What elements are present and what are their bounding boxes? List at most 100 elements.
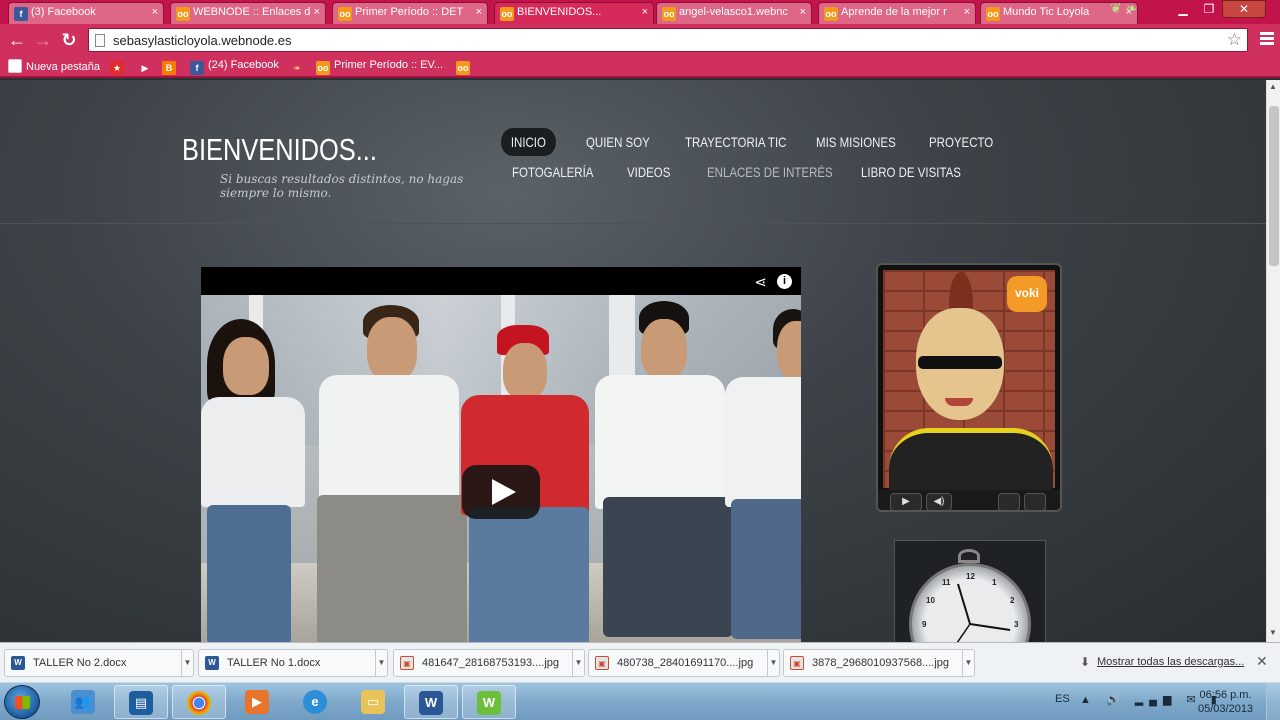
download-item[interactable]: ▣ 480738_28401691170....jpg ▼ (588, 649, 780, 677)
tab-webnode-enlaces[interactable]: oo WEBNODE :: Enlaces d × (170, 2, 326, 24)
taskbar-media-app[interactable]: ▤ (114, 685, 168, 719)
chevron-down-icon[interactable]: ▼ (767, 650, 779, 676)
bookmark-star-icon[interactable]: ☆ (1227, 30, 1242, 50)
scroll-thumb[interactable] (1269, 106, 1279, 266)
chevron-down-icon[interactable]: ▼ (572, 650, 584, 676)
page-icon (95, 34, 105, 47)
download-item[interactable]: W TALLER No 2.docx ▼ (4, 649, 194, 677)
image-file-icon: ▣ (400, 656, 414, 670)
menu-mis-misiones[interactable]: MIS MISIONES (816, 134, 896, 150)
close-icon[interactable]: × (152, 6, 158, 18)
download-filename: 480738_28401691170....jpg (617, 657, 754, 669)
stopwatch-crown-icon (958, 549, 980, 563)
close-icon[interactable]: × (800, 6, 806, 18)
menu-trayectoria-tic[interactable]: TRAYECTORIA TIC (685, 134, 786, 150)
reload-icon[interactable]: ↻ (58, 29, 80, 51)
clock-face: 12 1 2 3 9 10 11 (909, 563, 1031, 642)
taskbar-chrome[interactable] (172, 685, 226, 719)
bookmark-star[interactable]: ★ (110, 59, 128, 75)
address-url[interactable]: sebasylasticloyola.webnode.es (113, 33, 292, 48)
taskbar-explorer[interactable]: ▭ (346, 685, 400, 719)
close-icon[interactable]: × (476, 6, 482, 18)
scroll-up-icon[interactable]: ▲ (1269, 82, 1277, 91)
voki-button[interactable] (998, 493, 1020, 510)
tab-primer-periodo[interactable]: oo Primer Período :: DET × (332, 2, 488, 24)
maximize-icon[interactable]: ❐ (1196, 1, 1222, 19)
owl-icon: oo (176, 7, 190, 21)
clock-time: 06:56 p.m. (1199, 689, 1252, 701)
chrome-menu-icon[interactable] (1260, 32, 1274, 46)
media-center-icon: ▤ (129, 691, 153, 715)
clock-hands (956, 583, 1011, 642)
tab-bienvenidos[interactable]: oo BIENVENIDOS... × (494, 2, 654, 24)
bookmark-bird[interactable]: ❧ (290, 59, 308, 75)
voki-button[interactable] (1024, 493, 1046, 510)
bookmark-owl[interactable]: oo (456, 59, 474, 75)
menu-proyecto[interactable]: PROYECTO (929, 134, 993, 150)
menu-inicio[interactable]: INICIO (501, 128, 556, 156)
owl-icon: oo (456, 61, 470, 75)
bookmark-youtube[interactable]: ▶ (138, 59, 156, 75)
tab-aprende[interactable]: oo Aprende de la mejor r × (818, 2, 976, 24)
address-bar[interactable]: sebasylasticloyola.webnode.es ☆ (88, 28, 1248, 52)
internet-explorer-icon: e (303, 690, 327, 714)
windows-taskbar: 👥 ▤ ▶ e ▭ W W ES ▲ 🔊 ▂▄▆ ✉ ▮ 06:56 p.m. … (0, 682, 1280, 720)
close-icon[interactable]: × (642, 6, 648, 18)
bookmark-facebook[interactable]: f (24) Facebook (190, 59, 279, 75)
minimize-icon[interactable]: ▁ (1170, 1, 1196, 19)
download-filename: TALLER No 1.docx (227, 657, 321, 669)
window-controls: ▁ ❐ ✕ (1170, 0, 1280, 20)
video-player[interactable]: ⋖ i (201, 267, 801, 642)
close-icon[interactable]: × (964, 6, 970, 18)
download-item[interactable]: W TALLER No 1.docx ▼ (198, 649, 388, 677)
download-item[interactable]: ▣ 481647_28168753193....jpg ▼ (393, 649, 585, 677)
tab-angel-velasco[interactable]: oo angel-velasco1.webnc × (656, 2, 812, 24)
info-icon[interactable]: i (777, 274, 792, 289)
voki-logo: voki (1007, 276, 1047, 312)
voki-widget[interactable]: voki ▶ ◀) (876, 263, 1062, 512)
chevron-down-icon[interactable]: ▼ (962, 650, 974, 676)
bookmark-label: Primer Período :: EV... (334, 59, 444, 71)
menu-quien-soy[interactable]: QUIEN SOY (586, 134, 650, 150)
share-icon[interactable]: ⋖ (754, 273, 767, 291)
chevron-down-icon[interactable]: ▼ (375, 650, 387, 676)
taskbar-webnode[interactable]: W (462, 685, 516, 719)
taskbar-internet-explorer[interactable]: e (288, 685, 342, 719)
system-clock[interactable]: 06:56 p.m. 05/03/2013 (1198, 688, 1253, 716)
close-icon[interactable]: × (314, 6, 320, 18)
folder-icon: ▭ (361, 690, 385, 714)
site-title[interactable]: BIENVENIDOS... (182, 132, 377, 168)
close-window-icon[interactable]: ✕ (1222, 0, 1266, 18)
menu-fotogaleria[interactable]: FOTOGALERÍA (512, 164, 593, 180)
volume-icon[interactable]: ◀) (926, 493, 952, 510)
menu-enlaces-de-interes[interactable]: ENLACES DE INTERÉS (707, 164, 833, 180)
forward-arrow-icon[interactable]: → (32, 29, 54, 51)
play-icon[interactable]: ▶ (890, 493, 922, 510)
bird-icon: ❧ (293, 63, 301, 73)
menu-videos[interactable]: VIDEOS (627, 164, 670, 180)
word-icon: W (419, 691, 443, 715)
bookmark-nueva-pestana[interactable]: Nueva pestaña (8, 59, 100, 73)
play-button[interactable] (462, 465, 540, 519)
tab-facebook[interactable]: f (3) Facebook × (8, 2, 164, 24)
back-arrow-icon[interactable]: ← (6, 29, 28, 51)
owl-icon: oo (316, 61, 330, 75)
scroll-down-icon[interactable]: ▼ (1269, 628, 1277, 637)
taskbar-media-player[interactable]: ▶ (230, 685, 284, 719)
language-indicator[interactable]: ES (1055, 693, 1070, 705)
taskbar-word[interactable]: W (404, 685, 458, 719)
menu-libro-de-visitas[interactable]: LIBRO DE VISITAS (861, 164, 961, 180)
show-all-downloads-link[interactable]: Mostrar todas las descargas... (1097, 656, 1244, 668)
close-icon[interactable]: ✕ (1256, 653, 1268, 670)
tab-label: BIENVENIDOS... (517, 6, 602, 18)
taskbar-users-app[interactable]: 👥 (56, 685, 110, 719)
bookmark-blogger[interactable]: B (162, 59, 180, 75)
download-item[interactable]: ▣ 3878_2968010937568....jpg ▼ (783, 649, 975, 677)
page-scrollbar[interactable]: ▲ ▼ (1266, 80, 1280, 642)
youtube-icon: ▶ (141, 63, 149, 73)
bookmark-primer-periodo[interactable]: oo Primer Período :: EV... (316, 59, 443, 75)
chevron-down-icon[interactable]: ▼ (181, 650, 193, 676)
start-button[interactable] (4, 685, 40, 719)
tab-label: Primer Período :: DET (355, 6, 464, 18)
show-desktop-button[interactable] (1266, 683, 1280, 720)
